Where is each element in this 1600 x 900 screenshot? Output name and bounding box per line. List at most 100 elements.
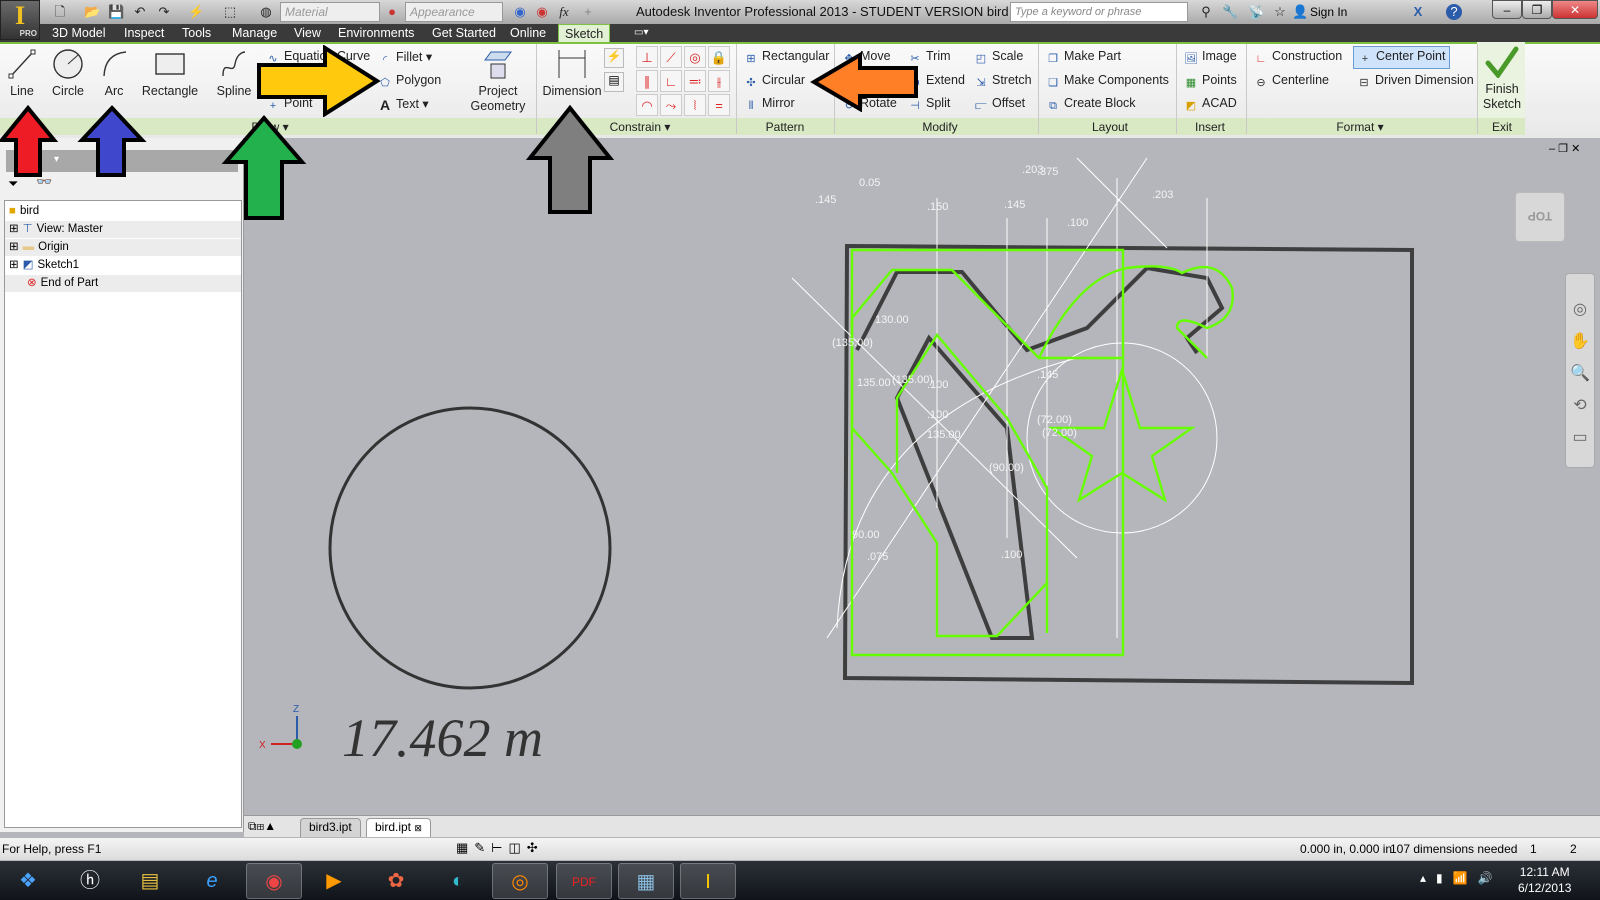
dimension-label[interactable]: (72.00) (1037, 414, 1072, 426)
tab-get-started[interactable]: Get Started (426, 24, 502, 42)
arc-button[interactable]: Arc (98, 48, 130, 98)
pdf-icon[interactable]: PDF (556, 863, 612, 899)
paint-icon[interactable]: ✿ (368, 863, 424, 899)
line-button[interactable]: Line (4, 48, 40, 98)
construction-button[interactable]: ∟ Construction (1254, 49, 1343, 66)
dimension-label[interactable]: .203 (1152, 189, 1173, 201)
material-dropdown[interactable]: Material (280, 2, 380, 22)
sketch-canvas[interactable]: 17.462 m .1450.05.150.203.145.100.375.20… (247, 138, 1600, 815)
dimension-label[interactable]: (72.00) (1042, 427, 1077, 439)
minimize-button[interactable]: – (1492, 0, 1522, 19)
panel-label-format[interactable]: Format ▾ (1320, 120, 1400, 134)
viewport-window-controls[interactable]: – ❐ ✕ (1549, 142, 1580, 155)
scale-button[interactable]: ◰ Scale (974, 49, 1023, 66)
help-icon[interactable]: ? (1446, 4, 1462, 20)
dimension-label[interactable]: (90.00) (989, 462, 1024, 474)
inventor-taskbar-icon[interactable]: I (680, 863, 736, 899)
horizontal-icon[interactable]: ≕ (684, 70, 706, 92)
new-icon[interactable]: 🗋 (52, 4, 68, 20)
internet-explorer-icon[interactable]: e (184, 863, 240, 899)
explorer-icon[interactable]: ▤ (122, 863, 178, 899)
perpendicular-icon[interactable]: ∟ (660, 70, 682, 92)
subscription-icon[interactable]: 🔧 (1222, 4, 1238, 20)
polygon-button[interactable]: ⬠ Polygon (378, 73, 441, 90)
exchange-icon[interactable]: X (1410, 4, 1426, 20)
collinear-icon[interactable]: ⟋ (660, 46, 682, 68)
undo-icon[interactable]: ↶ (132, 4, 148, 20)
tab-manage[interactable]: Manage (226, 24, 283, 42)
dimension-label[interactable]: (135.00) (832, 337, 873, 349)
tree-node-end-of-part[interactable]: ⊗ End of Part (5, 275, 241, 292)
tray-icons[interactable]: ▴▮📶🔊 (1420, 871, 1503, 885)
tree-node-origin[interactable]: ⊞ ▬ Origin (5, 239, 241, 256)
tab-environments[interactable]: Environments (332, 24, 420, 42)
tab-online[interactable]: Online (504, 24, 552, 42)
tab-tools[interactable]: Tools (176, 24, 217, 42)
save-icon[interactable]: 💾 (108, 4, 124, 20)
doc-tab-bird[interactable]: bird.ipt ⊠ (366, 818, 431, 837)
dimension-label[interactable]: .100 (927, 409, 948, 421)
graphics-window[interactable]: 17.462 m .145 0.05.150.203.145.100.375.20… (247, 138, 1600, 815)
dimension-label[interactable]: .100 (927, 379, 948, 391)
create-block-button[interactable]: ⧉ Create Block (1046, 96, 1136, 113)
close-button[interactable]: ✕ (1552, 0, 1598, 19)
centerline-button[interactable]: ⊖ Centerline (1254, 73, 1329, 90)
tab-sketch[interactable]: Sketch (558, 24, 611, 42)
dimension-label[interactable]: .075 (867, 551, 888, 563)
adjust-appearance-icon[interactable]: ◉ (512, 4, 528, 20)
dimension-label[interactable]: 135.00 (927, 429, 961, 441)
show-constraints-icon[interactable]: ▤ (604, 72, 624, 92)
sketch-status-icons[interactable]: ▦✎⊢◫✣ (456, 840, 544, 856)
help-search-input[interactable]: Type a keyword or phrase (1010, 2, 1188, 22)
open-icon[interactable]: 📂 (84, 4, 100, 20)
tab-inspect[interactable]: Inspect (118, 24, 170, 42)
sign-in-button[interactable]: Sign In (1310, 5, 1347, 19)
coincident-icon[interactable]: ⊥ (636, 46, 658, 68)
select-icon[interactable]: ⬚ (222, 4, 238, 20)
add-icon[interactable]: + (580, 4, 596, 20)
hp-icon[interactable]: ⓗ (62, 863, 118, 899)
dimension-label[interactable]: .100 (1067, 217, 1088, 229)
make-components-button[interactable]: ❏ Make Components (1046, 73, 1169, 90)
app-icon[interactable]: ◐ (430, 863, 486, 899)
parameters-button[interactable]: fx (556, 4, 572, 20)
rectangle-button[interactable]: Rectangle (140, 48, 200, 98)
dimension-label[interactable]: .145 (1037, 369, 1058, 381)
blender-icon[interactable]: ◎ (492, 863, 548, 899)
insert-points-button[interactable]: ▦ Points (1184, 73, 1237, 90)
insert-acad-button[interactable]: ◩ ACAD (1184, 96, 1237, 113)
spline-button[interactable]: Spline (214, 48, 254, 98)
driven-dimension-button[interactable]: ⊟ Driven Dimension (1357, 73, 1473, 90)
update-icon[interactable]: ⚡ (188, 4, 204, 20)
circle-button[interactable]: Circle (46, 48, 90, 98)
media-player-icon[interactable]: ▶ (306, 863, 362, 899)
dimension-label[interactable]: .100 (1001, 549, 1022, 561)
finish-sketch-button[interactable]: Finish Sketch (1480, 46, 1524, 112)
circular-pattern-button[interactable]: ✣ Circular (744, 73, 805, 90)
appearance-dropdown[interactable]: Appearance (405, 2, 503, 22)
dimension-label[interactable]: 90.00 (852, 529, 880, 541)
dimension-label[interactable]: 130.00 (875, 314, 909, 326)
dimension-label[interactable]: 135.00 (857, 377, 891, 389)
tree-node-sketch1[interactable]: ⊞ ◩ Sketch1 (5, 257, 241, 274)
center-point-button[interactable]: + Center Point (1353, 46, 1451, 69)
dimension-label[interactable]: .375 (1037, 166, 1058, 178)
ribbon-options-icon[interactable]: ▭▾ (628, 24, 654, 42)
calculator-icon[interactable]: ▦ (618, 863, 674, 899)
navigation-bar[interactable]: ◎ ✋ 🔍 ⟲ ▭ (1565, 273, 1595, 468)
clear-appearance-icon[interactable]: ◉ (534, 4, 550, 20)
start-button[interactable]: ❖ (0, 863, 56, 899)
fix-icon[interactable]: 🔒 (708, 46, 730, 68)
application-menu-button[interactable]: I PRO (0, 0, 40, 40)
parallel-icon[interactable]: ∥ (636, 70, 658, 92)
tab-3d-model[interactable]: 3D Model (46, 24, 112, 42)
tab-view[interactable]: View (288, 24, 327, 42)
redo-icon[interactable]: ↷ (156, 4, 172, 20)
restore-button[interactable]: ❐ (1522, 0, 1552, 19)
communication-icon[interactable]: 📡 (1248, 4, 1264, 20)
stretch-button[interactable]: ⇲ Stretch (974, 73, 1031, 90)
dimension-label[interactable]: .145 (1004, 199, 1025, 211)
binoculars-icon[interactable]: ⚲ (1198, 4, 1214, 20)
doc-tab-bird3[interactable]: bird3.ipt (300, 818, 361, 837)
insert-image-button[interactable]: 🖼 Image (1184, 49, 1237, 66)
